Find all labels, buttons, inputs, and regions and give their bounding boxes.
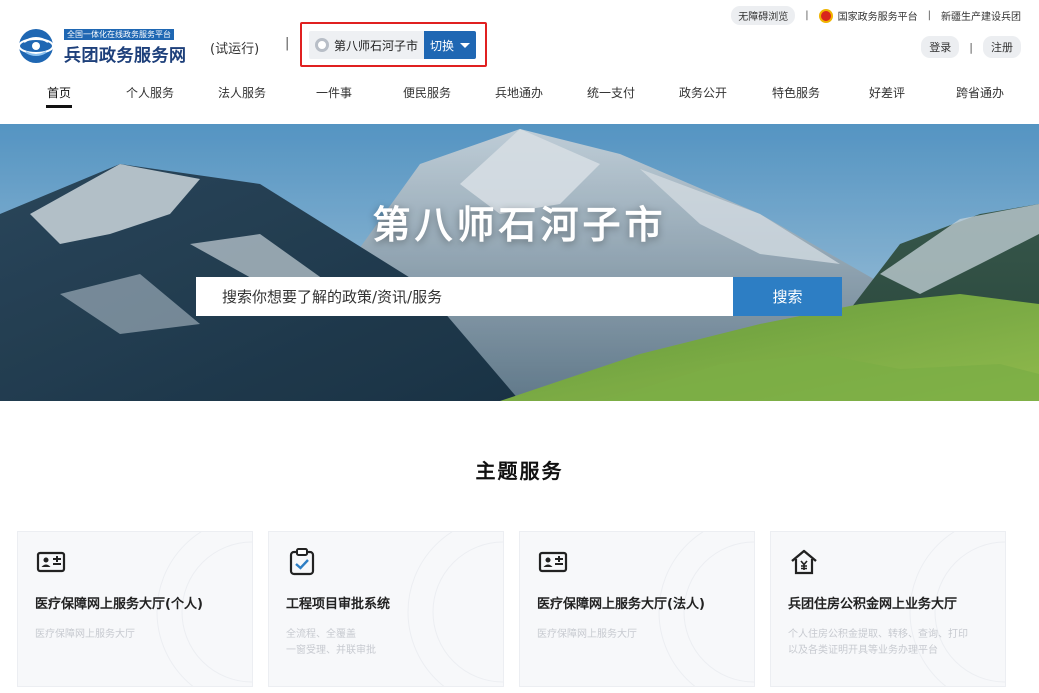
site-logo[interactable]: 全国一体化在线政务服务平台 兵团政务服务网 — [18, 28, 204, 66]
nav-item-cross-province[interactable]: 跨省通办 — [956, 84, 1004, 101]
search-bar: 搜索 — [196, 277, 842, 316]
separator: | — [805, 10, 809, 21]
clipboard-check-icon — [289, 548, 315, 576]
card-description: 医疗保障网上服务大厅 — [35, 627, 250, 643]
card-description: 全流程、全覆盖 一窗受理、并联审批 — [286, 627, 501, 659]
register-button[interactable]: 注册 — [983, 36, 1021, 58]
id-card-icon — [36, 551, 66, 573]
hero-banner: 第八师石河子市 搜索 — [0, 124, 1039, 401]
national-emblem-icon — [818, 8, 833, 23]
mountain-landscape-image — [0, 124, 1039, 401]
house-yuan-icon — [791, 549, 817, 575]
card-title: 工程项目审批系统 — [286, 597, 391, 612]
auth-links: 登录 | 注册 — [921, 36, 1021, 58]
accessibility-link[interactable]: 无障碍浏览 — [731, 6, 796, 25]
globe-logo-icon — [18, 29, 54, 63]
hero-city-title: 第八师石河子市 — [372, 203, 667, 247]
card-title: 医疗保障网上服务大厅(法人) — [537, 597, 705, 612]
site-header: 全国一体化在线政务服务平台 兵团政务服务网 (试运行) | 第八师石河子市 切换… — [0, 0, 1039, 124]
card-description: 个人住房公积金提取、转移、查询、打印 以及各类证明开具等业务办理平台 — [788, 627, 1003, 659]
search-button[interactable]: 搜索 — [733, 277, 842, 316]
card-desc-line: 医疗保障网上服务大厅 — [35, 629, 135, 640]
card-desc-line: 医疗保障网上服务大厅 — [537, 629, 637, 640]
service-card-medical-personal[interactable]: 医疗保障网上服务大厅(个人) 医疗保障网上服务大厅 — [17, 531, 253, 687]
current-city: 第八师石河子市 — [334, 38, 419, 53]
search-input[interactable] — [196, 277, 733, 316]
id-card-icon — [538, 551, 568, 573]
national-platform-label: 国家政务服务平台 — [837, 12, 918, 23]
card-desc-line: 以及各类证明开具等业务办理平台 — [788, 645, 938, 656]
main-nav: 首页 个人服务 法人服务 一件事 便民服务 兵地通办 统一支付 政务公开 特色服… — [0, 84, 1039, 112]
login-button[interactable]: 登录 — [921, 36, 960, 58]
nav-item-payment[interactable]: 统一支付 — [587, 84, 635, 101]
card-desc-line: 全流程、全覆盖 — [286, 629, 356, 640]
service-card-project-approval[interactable]: 工程项目审批系统 全流程、全覆盖 一窗受理、并联审批 — [268, 531, 504, 687]
national-platform-link[interactable]: 国家政务服务平台 — [818, 8, 918, 23]
card-desc-line: 个人住房公积金提取、转移、查询、打印 — [788, 629, 968, 640]
top-links: 无障碍浏览 | 国家政务服务平台 | 新疆生产建设兵团 — [731, 6, 1021, 25]
logo-tagline: 全国一体化在线政务服务平台 — [64, 29, 174, 40]
nav-item-corps-local[interactable]: 兵地通办 — [495, 84, 543, 101]
card-desc-line: 一窗受理、并联审批 — [286, 645, 376, 656]
card-description: 医疗保障网上服务大厅 — [537, 627, 752, 643]
card-title: 医疗保障网上服务大厅(个人) — [35, 597, 203, 612]
nav-label: 首页 — [46, 86, 72, 100]
service-card-medical-legal[interactable]: 医疗保障网上服务大厅(法人) 医疗保障网上服务大厅 — [519, 531, 755, 687]
nav-item-personal[interactable]: 个人服务 — [126, 84, 174, 101]
separator: | — [927, 10, 931, 21]
nav-item-review[interactable]: 好差评 — [869, 84, 905, 101]
active-indicator — [45, 105, 72, 108]
theme-services-heading: 主题服务 — [475, 459, 564, 483]
nav-item-featured[interactable]: 特色服务 — [772, 84, 820, 101]
nav-item-one-thing[interactable]: 一件事 — [316, 84, 352, 101]
switch-city-label: 切换 — [430, 38, 455, 53]
nav-item-convenience[interactable]: 便民服务 — [403, 84, 451, 101]
location-pin-icon — [315, 38, 329, 52]
logo-name: 兵团政务服务网 — [64, 46, 187, 66]
card-title: 兵团住房公积金网上业务大厅 — [788, 597, 958, 612]
nav-item-gov-affairs[interactable]: 政务公开 — [679, 84, 727, 101]
service-card-housing-fund[interactable]: 兵团住房公积金网上业务大厅 个人住房公积金提取、转移、查询、打印 以及各类证明开… — [770, 531, 1006, 687]
separator: | — [969, 40, 973, 54]
city-selector-highlight: 第八师石河子市 切换 — [300, 22, 487, 67]
trial-label: (试运行) — [210, 42, 260, 57]
nav-item-home[interactable]: 首页 — [45, 84, 72, 108]
divider: | — [285, 36, 290, 51]
nav-item-legal-entity[interactable]: 法人服务 — [218, 84, 266, 101]
city-selector[interactable]: 第八师石河子市 — [309, 31, 425, 59]
caret-down-icon — [460, 42, 471, 48]
decorative-rings — [407, 532, 503, 686]
xpcc-link[interactable]: 新疆生产建设兵团 — [941, 8, 1021, 23]
switch-city-button[interactable]: 切换 — [424, 31, 477, 59]
